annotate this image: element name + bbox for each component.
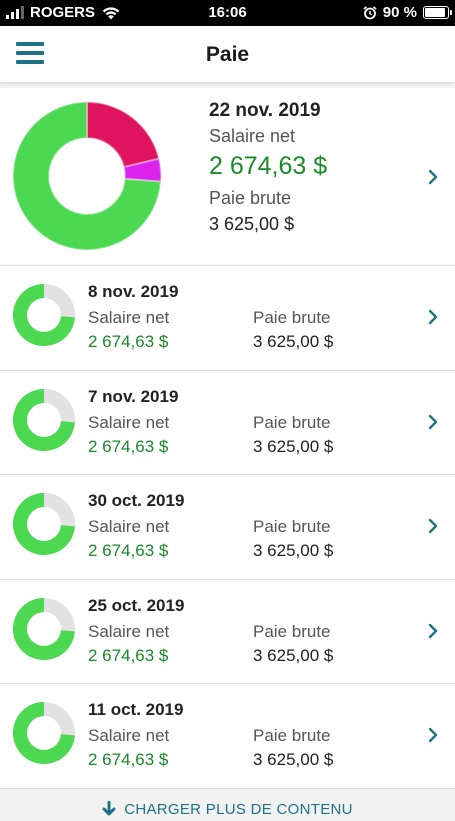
app-header: Paie	[0, 26, 455, 82]
pay-date: 8 nov. 2019	[88, 282, 179, 301]
net-salary-label: Salaire net	[88, 517, 170, 536]
gross-pay-label: Paie brute	[253, 726, 331, 745]
gross-pay-label: Paie brute	[253, 517, 331, 536]
net-ratio-donut-icon	[12, 284, 75, 346]
gross-pay-value: 3 625,00 $	[253, 332, 334, 351]
gross-pay-label: Paie brute	[253, 308, 331, 327]
net-salary-label: Salaire net	[209, 126, 296, 146]
net-salary-value: 2 674,63 $	[88, 332, 169, 351]
chevron-right-icon[interactable]	[427, 726, 439, 744]
donut-segment	[86, 101, 161, 169]
chevron-right-icon[interactable]	[427, 517, 439, 535]
gross-pay-value: 3 625,00 $	[253, 750, 334, 769]
net-ratio-donut-icon	[12, 702, 75, 764]
net-salary-label: Salaire net	[88, 412, 170, 432]
status-bar: ROGERS 16:06 90 %	[0, 0, 455, 26]
net-salary-label: Salaire net	[88, 621, 170, 641]
net-salary-value: 2 674,63 $	[88, 541, 169, 560]
net-ratio-donut-icon	[12, 597, 75, 660]
net-salary-label: Salaire net	[88, 308, 170, 327]
load-more-button[interactable]: CHARGER PLUS DE CONTENU	[0, 793, 455, 821]
chevron-right-icon[interactable]	[427, 308, 439, 326]
gross-pay-value: 3 625,00 $	[253, 645, 334, 665]
battery-icon	[423, 6, 452, 19]
pay-date: 7 nov. 2019	[88, 386, 179, 406]
gross-pay-value: 3 625,00 $	[253, 436, 334, 456]
gross-pay-label: Paie brute	[253, 412, 331, 432]
pay-breakdown-donut-chart	[12, 101, 162, 251]
gross-pay-value: 3 625,00 $	[209, 214, 295, 234]
alarm-icon	[363, 5, 377, 19]
net-salary-value: 2 674,63 $	[88, 645, 169, 665]
pay-list-item[interactable]: 7 nov. 2019 Salaire net 2 674,63 $ Paie …	[0, 370, 455, 475]
page-title: Paie	[205, 43, 250, 66]
net-salary-label: Salaire net	[88, 726, 170, 745]
chevron-right-icon[interactable]	[427, 168, 439, 186]
net-salary-value: 2 674,63 $	[88, 436, 169, 456]
pay-date: 22 nov. 2019	[209, 100, 321, 121]
pay-list: 8 nov. 2019 Salaire net 2 674,63 $ Paie …	[0, 266, 455, 789]
chevron-right-icon[interactable]	[427, 413, 439, 431]
gross-pay-value: 3 625,00 $	[253, 541, 334, 560]
gross-pay-label: Paie brute	[209, 188, 292, 208]
arrow-down-icon	[102, 801, 116, 816]
pay-date: 11 oct. 2019	[88, 700, 184, 719]
featured-pay-card[interactable]: 22 nov. 2019 Salaire net 2 674,63 $ Paie…	[0, 88, 455, 266]
net-ratio-donut-icon	[12, 388, 75, 451]
gross-pay-label: Paie brute	[253, 621, 331, 641]
chevron-right-icon[interactable]	[427, 622, 439, 640]
load-more-label: CHARGER PLUS DE CONTENU	[124, 801, 353, 818]
pay-date: 30 oct. 2019	[88, 491, 185, 510]
net-salary-value: 2 674,63 $	[209, 152, 328, 180]
net-ratio-donut-icon	[12, 493, 75, 555]
pay-list-item[interactable]: 8 nov. 2019 Salaire net 2 674,63 $ Paie …	[0, 266, 455, 371]
pay-list-item[interactable]: 25 oct. 2019 Salaire net 2 674,63 $ Paie…	[0, 579, 455, 684]
pay-date: 25 oct. 2019	[88, 595, 185, 615]
net-salary-value: 2 674,63 $	[88, 750, 169, 769]
pay-list-item[interactable]: 11 oct. 2019 Salaire net 2 674,63 $ Paie…	[0, 684, 455, 789]
battery-percent: 90 %	[382, 4, 417, 21]
pay-list-item[interactable]: 30 oct. 2019 Salaire net 2 674,63 $ Paie…	[0, 475, 455, 580]
